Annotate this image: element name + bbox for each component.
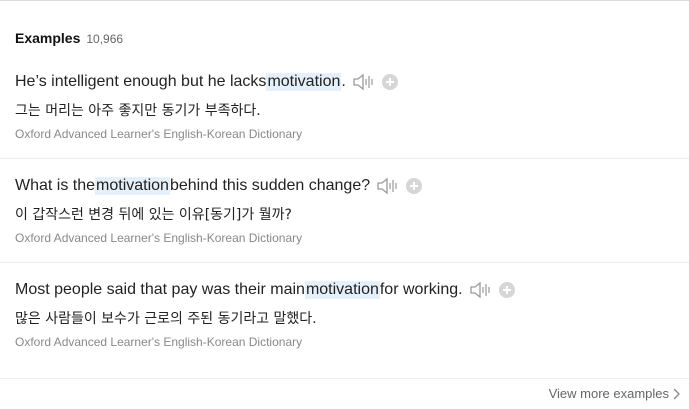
examples-header: Examples 10,966 [15,30,123,46]
sentence-text: What is the [15,177,96,194]
sentence-text: He’s intelligent enough but he lacks [15,73,267,90]
add-to-wordbook-icon[interactable] [381,74,398,90]
highlighted-keyword[interactable]: motivation [95,177,170,195]
example-source: Oxford Advanced Learner's English-Korean… [15,335,303,349]
footer-divider [0,378,689,379]
speaker-icon[interactable] [469,281,493,299]
sentence-text: for working. [379,281,463,298]
sentence-text: behind this sudden change? [169,177,371,194]
chevron-right-icon [673,388,680,399]
example-sentence-en: What is the motivation behind this sudde… [15,177,423,195]
highlighted-keyword[interactable]: motivation [266,73,342,91]
examples-count: 10,966 [86,32,124,46]
example-source: Oxford Advanced Learner's English-Korean… [15,127,303,141]
example-source: Oxford Advanced Learner's English-Korean… [15,231,303,245]
example-divider [0,262,689,263]
sentence-text: Most people said that pay was their main [15,281,305,298]
example-sentence-en: Most people said that pay was their main… [15,281,515,299]
example-sentence-en: He’s intelligent enough but he lacks mot… [15,73,398,91]
example-divider [0,158,689,159]
highlighted-keyword[interactable]: motivation [304,281,380,299]
add-to-wordbook-icon[interactable] [406,178,423,194]
add-to-wordbook-icon[interactable] [498,282,515,298]
view-more-label: View more examples [548,386,669,401]
example-translation-ko: 많은 사람들이 보수가 근로의 주된 동기라고 말했다. [15,311,317,327]
examples-section: Examples 10,966 He’s intelligent enough … [0,0,689,409]
speaker-icon[interactable] [352,73,376,91]
view-more-examples-link[interactable]: View more examples [549,386,681,401]
speaker-icon[interactable] [376,177,400,195]
examples-title: Examples [15,30,81,46]
sentence-text: . [341,73,346,90]
example-translation-ko: 이 갑작스런 변경 뒤에 있는 이유[동기]가 뭘까? [15,207,292,223]
example-translation-ko: 그는 머리는 아주 좋지만 동기가 부족하다. [15,103,261,119]
